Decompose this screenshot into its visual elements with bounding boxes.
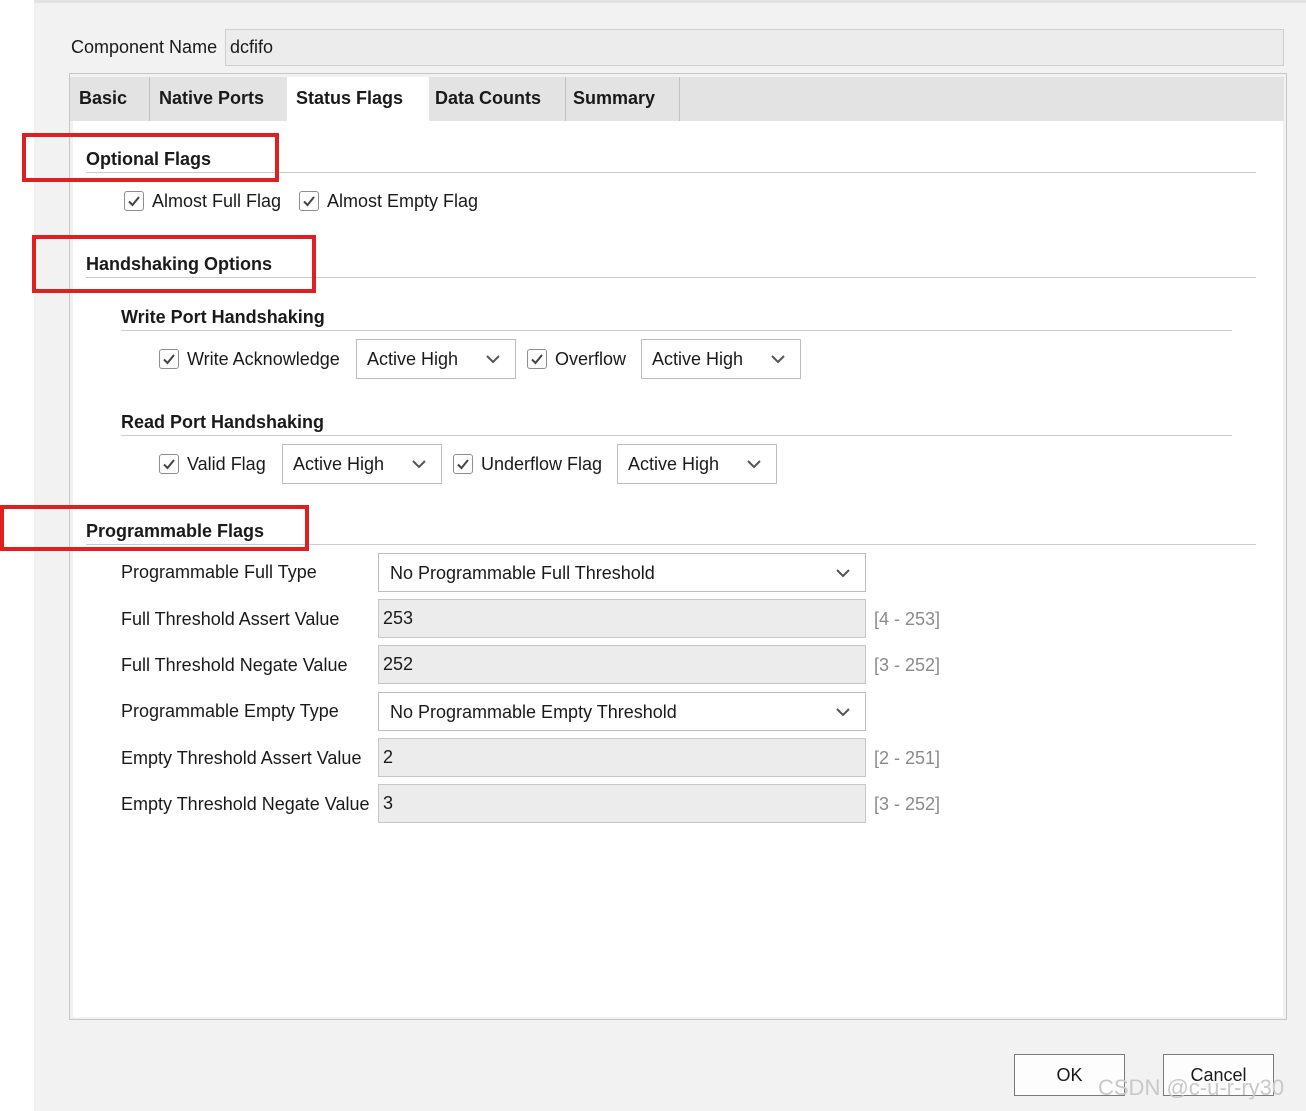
full-type-value: No Programmable Full Threshold bbox=[390, 563, 655, 583]
highlight-optional-flags bbox=[22, 133, 279, 182]
full-negate-range: [3 - 252] bbox=[874, 655, 941, 675]
chevron-down-icon bbox=[747, 460, 761, 469]
chevron-down-icon bbox=[486, 355, 500, 364]
tab-native-ports[interactable]: Native Ports bbox=[150, 77, 290, 121]
almost-empty-checkbox[interactable] bbox=[299, 191, 319, 211]
underflow-value: Active High bbox=[628, 454, 720, 474]
component-name-input[interactable]: dcfifo bbox=[225, 29, 1284, 66]
check-icon bbox=[457, 459, 469, 470]
valid-flag-label: Valid Flag bbox=[187, 454, 266, 474]
full-type-label: Programmable Full Type bbox=[121, 562, 317, 582]
chevron-down-icon bbox=[836, 569, 850, 578]
almost-full-checkbox[interactable] bbox=[124, 191, 144, 211]
write-ack-checkbox[interactable] bbox=[159, 349, 179, 369]
tab-summary[interactable]: Summary bbox=[564, 77, 680, 121]
underflow-checkbox[interactable] bbox=[453, 454, 473, 474]
empty-type-value: No Programmable Empty Threshold bbox=[390, 702, 677, 722]
write-ack-dropdown[interactable]: Active High bbox=[356, 339, 516, 379]
write-port-divider bbox=[121, 330, 1232, 331]
highlight-programmable-flags bbox=[0, 505, 309, 551]
check-icon bbox=[163, 459, 175, 470]
write-ack-value: Active High bbox=[367, 349, 459, 369]
underflow-dropdown[interactable]: Active High bbox=[617, 444, 777, 484]
check-icon bbox=[128, 196, 140, 207]
watermark: CSDN @c-u-r-ry30 bbox=[1098, 1075, 1285, 1100]
empty-type-label: Programmable Empty Type bbox=[121, 701, 339, 721]
check-icon bbox=[531, 354, 543, 365]
chevron-down-icon bbox=[836, 708, 850, 717]
overflow-value: Active High bbox=[652, 349, 744, 369]
highlight-handshaking-options bbox=[32, 235, 316, 293]
valid-flag-value: Active High bbox=[293, 454, 385, 474]
full-type-dropdown[interactable]: No Programmable Full Threshold bbox=[378, 553, 866, 592]
chevron-down-icon bbox=[412, 460, 426, 469]
write-port-heading: Write Port Handshaking bbox=[121, 307, 325, 327]
full-negate-label: Full Threshold Negate Value bbox=[121, 655, 348, 675]
almost-full-label: Almost Full Flag bbox=[152, 191, 282, 211]
read-port-divider bbox=[121, 435, 1232, 436]
underflow-label: Underflow Flag bbox=[481, 454, 603, 474]
empty-assert-label: Empty Threshold Assert Value bbox=[121, 748, 362, 768]
tab-data-counts[interactable]: Data Counts bbox=[426, 77, 566, 121]
read-port-heading: Read Port Handshaking bbox=[121, 412, 325, 432]
empty-negate-label: Empty Threshold Negate Value bbox=[121, 794, 370, 814]
full-assert-input[interactable]: 253 bbox=[378, 599, 866, 638]
empty-assert-input[interactable]: 2 bbox=[378, 738, 866, 777]
full-negate-input[interactable]: 252 bbox=[378, 645, 866, 684]
check-icon bbox=[303, 196, 315, 207]
overflow-label: Overflow bbox=[555, 349, 627, 369]
tab-status-flags[interactable]: Status Flags bbox=[287, 77, 429, 121]
empty-type-dropdown[interactable]: No Programmable Empty Threshold bbox=[378, 692, 866, 731]
component-name-label: Component Name bbox=[71, 37, 218, 57]
full-assert-label: Full Threshold Assert Value bbox=[121, 609, 340, 629]
overflow-checkbox[interactable] bbox=[527, 349, 547, 369]
write-ack-label: Write Acknowledge bbox=[187, 349, 340, 369]
tab-basic[interactable]: Basic bbox=[70, 77, 150, 121]
valid-flag-dropdown[interactable]: Active High bbox=[282, 444, 442, 484]
full-assert-range: [4 - 253] bbox=[874, 609, 941, 629]
overflow-dropdown[interactable]: Active High bbox=[641, 339, 801, 379]
valid-flag-checkbox[interactable] bbox=[159, 454, 179, 474]
empty-assert-range: [2 - 251] bbox=[874, 748, 941, 768]
chevron-down-icon bbox=[771, 355, 785, 364]
almost-empty-label: Almost Empty Flag bbox=[327, 191, 479, 211]
check-icon bbox=[163, 354, 175, 365]
empty-negate-range: [3 - 252] bbox=[874, 794, 941, 814]
empty-negate-input[interactable]: 3 bbox=[378, 784, 866, 823]
